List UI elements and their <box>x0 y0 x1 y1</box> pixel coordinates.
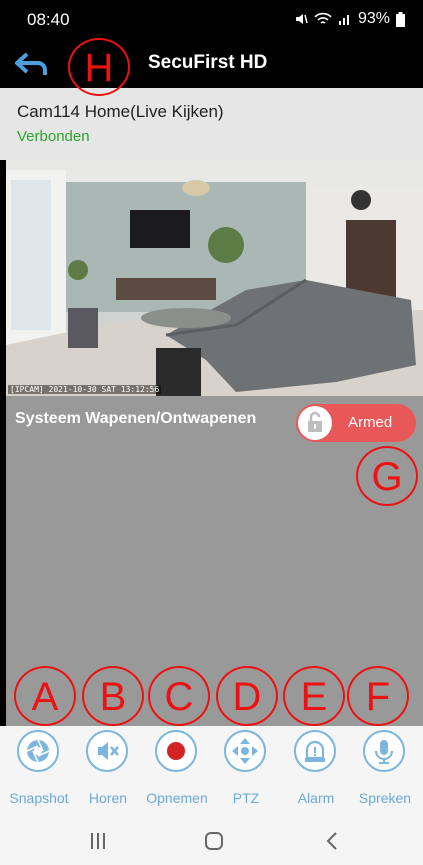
signal-icon <box>338 15 349 25</box>
battery-icon <box>396 11 405 27</box>
talk-icon-circle <box>363 730 405 772</box>
annotation-g: G <box>356 446 418 506</box>
snapshot-icon-circle <box>17 730 59 772</box>
talk-label: Spreken <box>358 790 412 806</box>
battery-percent: 93% <box>357 10 390 27</box>
annotation-h: H <box>68 38 130 96</box>
annotation-d: D <box>216 666 278 726</box>
status-bar: 08:40 93% <box>0 0 423 40</box>
connection-status: Verbonden <box>17 128 90 145</box>
live-video-feed[interactable]: [IPCAM] 2021-10-30 SAT 13:12:56 <box>6 160 423 396</box>
annotation-f: F <box>347 666 409 726</box>
annotation-b: B <box>82 666 144 726</box>
back-arrow-icon <box>15 52 47 75</box>
app-header: SecuFirst HD <box>0 40 423 88</box>
record-icon <box>167 742 185 760</box>
camera-name: Cam114 Home(Live Kijken) <box>17 102 224 121</box>
alarm-icon-circle <box>294 730 336 772</box>
alarm-siren-icon <box>305 740 325 762</box>
annotation-e: E <box>283 666 345 726</box>
microphone-icon <box>375 740 393 764</box>
record-icon-circle <box>155 730 197 772</box>
speaker-muted-icon <box>98 742 119 760</box>
camera-shutter-icon <box>26 739 50 763</box>
status-time: 08:40 <box>27 10 70 29</box>
arm-state-label: Armed <box>348 414 393 431</box>
recent-apps-icon[interactable] <box>88 830 108 852</box>
lock-icon <box>308 411 322 432</box>
ptz-icon-circle <box>224 730 266 772</box>
talk-button[interactable]: Spreken <box>350 726 420 818</box>
arm-disarm-label: Systeem Wapenen/Ontwapenen <box>15 410 257 427</box>
annotation-a: A <box>14 666 76 726</box>
back-nav-icon[interactable] <box>322 830 344 852</box>
annotation-c: C <box>148 666 210 726</box>
bottom-toolbar: Snapshot Horen Opnemen PTZ Alarm Spreken <box>0 726 423 818</box>
mute-icon <box>295 14 308 24</box>
back-button[interactable] <box>14 50 50 78</box>
system-nav-bar <box>0 818 423 865</box>
page-title: SecuFirst HD <box>148 52 268 73</box>
listen-icon-circle <box>86 730 128 772</box>
arm-toggle[interactable]: Armed <box>296 404 416 442</box>
camera-info-bar: Cam114 Home(Live Kijken) Verbonden <box>0 88 423 160</box>
ptz-arrows-icon <box>232 738 258 764</box>
living-room-image <box>6 160 423 396</box>
status-icons: 93% <box>294 10 405 28</box>
video-timestamp: [IPCAM] 2021-10-30 SAT 13:12:56 <box>8 385 162 394</box>
wifi-icon <box>314 12 332 24</box>
arm-toggle-knob <box>298 406 332 440</box>
home-icon[interactable] <box>203 830 225 852</box>
